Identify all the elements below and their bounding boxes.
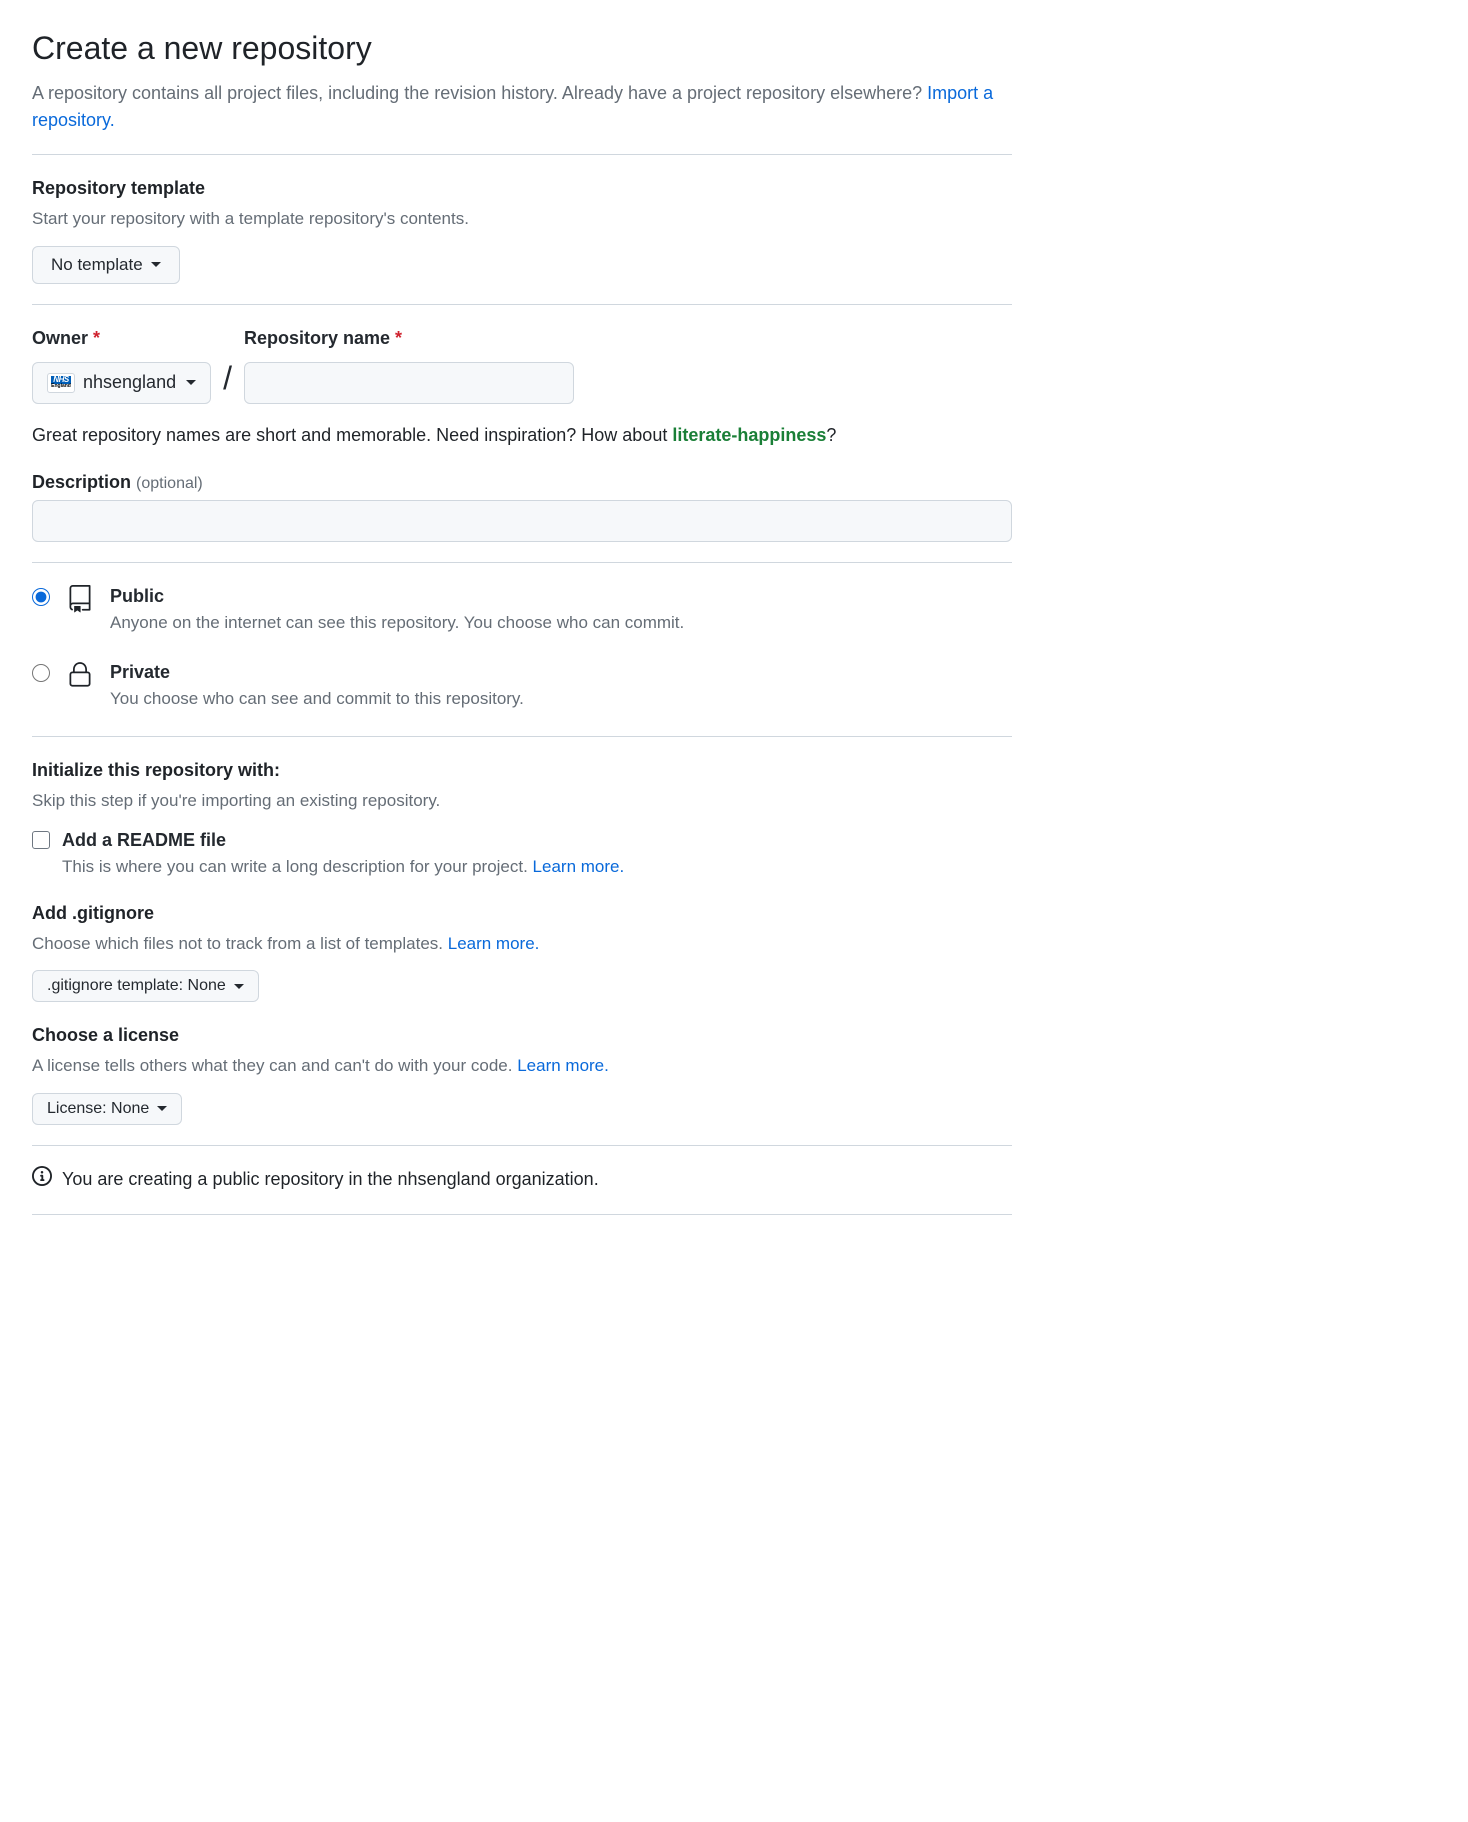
- page-subtitle: A repository contains all project files,…: [32, 80, 1012, 134]
- license-button-label: License: None: [47, 1100, 149, 1118]
- info-notice-text: You are creating a public repository in …: [62, 1166, 599, 1193]
- gitignore-button-label: .gitignore template: None: [47, 977, 226, 995]
- license-select-button[interactable]: License: None: [32, 1093, 182, 1125]
- gitignore-desc: Choose which files not to track from a l…: [32, 931, 1012, 957]
- name-hint: Great repository names are short and mem…: [32, 422, 1012, 449]
- name-suggestion[interactable]: literate-happiness: [672, 425, 826, 445]
- private-title: Private: [110, 659, 1012, 686]
- template-desc: Start your repository with a template re…: [32, 206, 1012, 232]
- divider: [32, 1145, 1012, 1146]
- required-indicator: *: [395, 328, 402, 348]
- license-desc: A license tells others what they can and…: [32, 1053, 1012, 1079]
- owner-avatar: NHS England: [47, 373, 75, 393]
- repo-name-input[interactable]: [244, 362, 574, 404]
- description-input[interactable]: [32, 500, 1012, 542]
- template-button-label: No template: [51, 255, 143, 275]
- optional-indicator: (optional): [136, 475, 203, 492]
- description-label: Description (optional): [32, 469, 1012, 496]
- gitignore-learn-more-link[interactable]: Learn more.: [448, 934, 540, 953]
- gitignore-select-button[interactable]: .gitignore template: None: [32, 970, 259, 1002]
- info-icon: [32, 1166, 52, 1194]
- public-desc: Anyone on the internet can see this repo…: [110, 610, 1012, 636]
- divider: [32, 154, 1012, 155]
- template-select-button[interactable]: No template: [32, 246, 180, 284]
- subtitle-text: A repository contains all project files,…: [32, 83, 927, 103]
- visibility-private-radio[interactable]: [32, 664, 50, 682]
- path-separator: /: [223, 354, 232, 404]
- readme-desc: This is where you can write a long descr…: [62, 854, 1012, 880]
- repo-name-label: Repository name *: [244, 325, 574, 352]
- page-title: Create a new repository: [32, 24, 1012, 72]
- readme-title: Add a README file: [62, 827, 1012, 854]
- template-label: Repository template: [32, 175, 1012, 202]
- readme-checkbox[interactable]: [32, 831, 50, 849]
- lock-icon: [64, 659, 96, 689]
- owner-select-button[interactable]: NHS England nhsengland: [32, 362, 211, 404]
- chevron-down-icon: [234, 984, 244, 989]
- owner-label: Owner *: [32, 325, 211, 352]
- required-indicator: *: [93, 328, 100, 348]
- public-title: Public: [110, 583, 1012, 610]
- divider: [32, 1214, 1012, 1215]
- license-title: Choose a license: [32, 1022, 1012, 1049]
- owner-name: nhsengland: [83, 372, 176, 393]
- divider: [32, 736, 1012, 737]
- chevron-down-icon: [157, 1106, 167, 1111]
- divider: [32, 304, 1012, 305]
- repo-icon: [64, 583, 96, 613]
- chevron-down-icon: [151, 262, 161, 267]
- gitignore-title: Add .gitignore: [32, 900, 1012, 927]
- initialize-heading: Initialize this repository with:: [32, 757, 1012, 784]
- divider: [32, 562, 1012, 563]
- visibility-public-radio[interactable]: [32, 588, 50, 606]
- private-desc: You choose who can see and commit to thi…: [110, 686, 1012, 712]
- chevron-down-icon: [186, 380, 196, 385]
- readme-learn-more-link[interactable]: Learn more.: [533, 857, 625, 876]
- initialize-subheading: Skip this step if you're importing an ex…: [32, 788, 1012, 814]
- license-learn-more-link[interactable]: Learn more.: [517, 1056, 609, 1075]
